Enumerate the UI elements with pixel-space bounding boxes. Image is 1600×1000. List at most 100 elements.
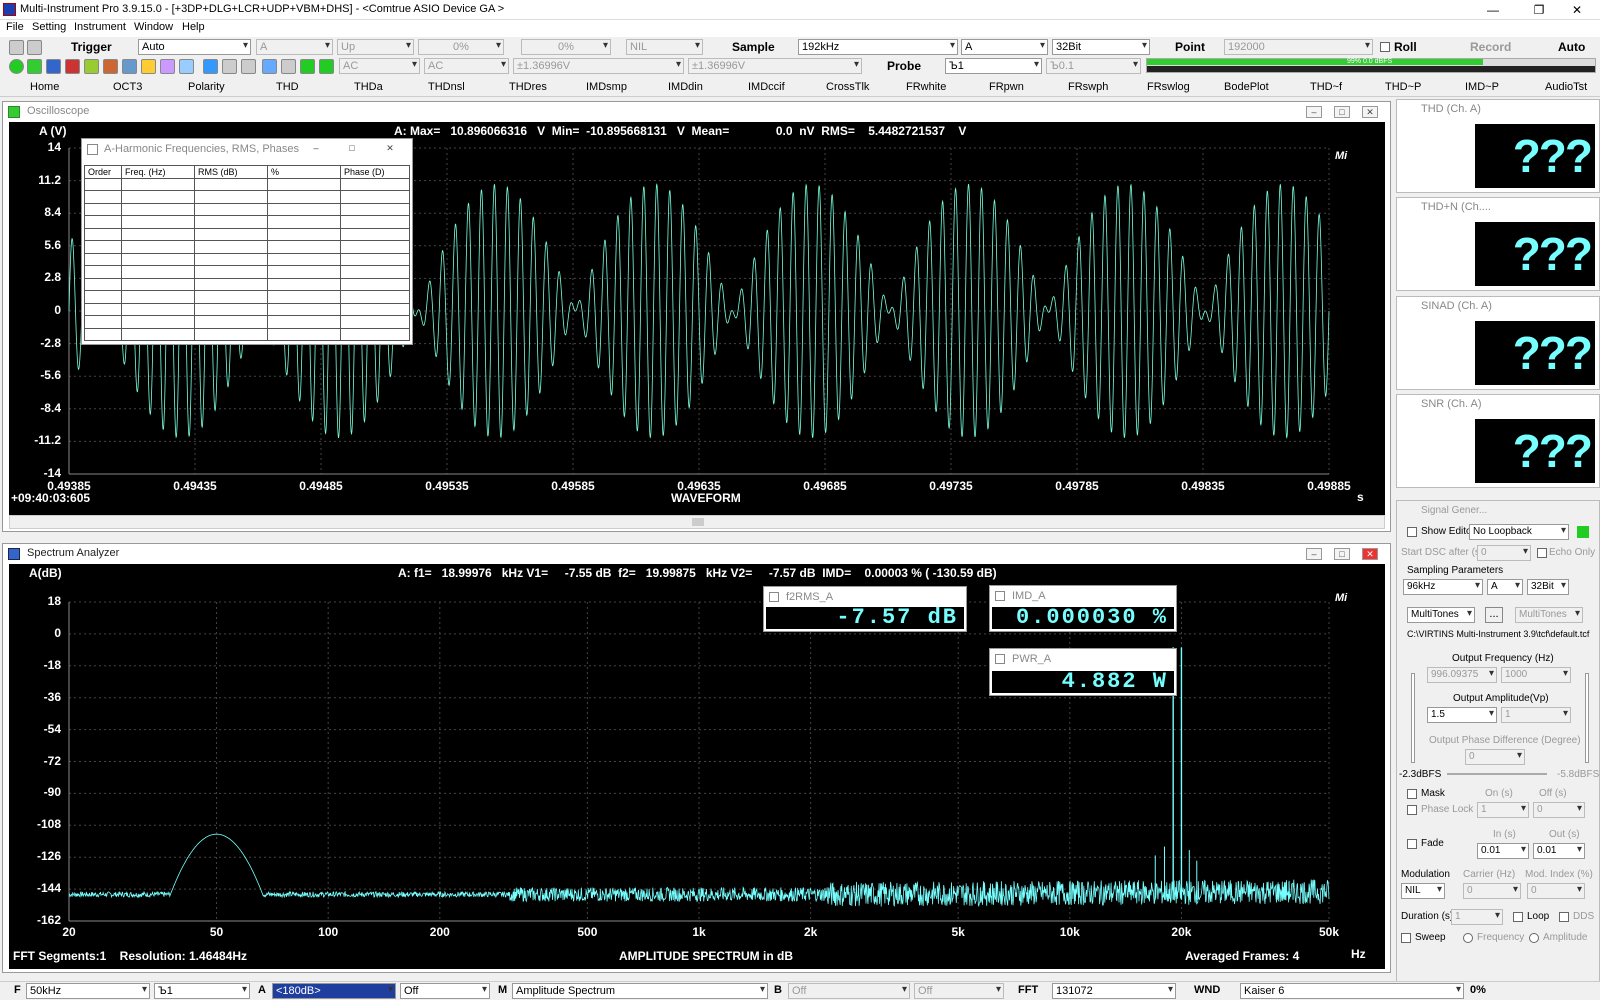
sample-rate-select[interactable]: 192kHz [798,39,958,55]
status-frequency-range-select[interactable]: 50kHz [26,983,150,999]
right-amp-slider[interactable] [1585,673,1589,763]
ddp-icon[interactable] [84,59,99,74]
spectrum-plot[interactable]: A(dB) A: f1= 18.99976 kHz V1= -7.55 dB f… [9,564,1385,969]
record-button[interactable]: Record [1470,40,1511,54]
save-icon[interactable] [27,40,42,55]
osc-maximize-button[interactable]: □ [1334,106,1350,118]
status-b-off1-select[interactable]: Off [788,983,910,999]
start-icon[interactable] [9,59,24,74]
tab-frswph[interactable]: FRswph [1068,81,1108,93]
menu-instrument[interactable]: Instrument [74,21,126,33]
tab-thd[interactable]: THD [276,81,299,93]
tab-bodeplot[interactable]: BodePlot [1224,81,1269,93]
osc-scroll-thumb[interactable] [692,518,704,526]
mask-checkbox[interactable] [1407,789,1417,799]
calibrate-icon[interactable] [203,59,218,74]
harm-close-button[interactable]: ✕ [382,143,398,155]
points-select[interactable]: 192000 [1224,39,1373,55]
range-a-select[interactable]: ±1.36996V [513,58,684,74]
status-a-range-select[interactable]: <180dB> [272,983,396,999]
show-editor-checkbox[interactable] [1407,527,1417,537]
generator-icon[interactable] [122,59,137,74]
phase-lock-1-input[interactable]: 1 [1477,802,1529,818]
trigger-mode-select[interactable]: Auto [138,39,251,55]
spec-minimize-button[interactable]: – [1306,548,1322,560]
tab-crosstlk[interactable]: CrossTlk [826,81,869,93]
amp2-input[interactable]: 1 [1501,707,1571,723]
sg-rate-select[interactable]: 96kHz [1403,579,1483,595]
dds-icon[interactable] [160,59,175,74]
play-icon[interactable] [300,59,315,74]
harm-minimize-button[interactable]: – [308,143,324,155]
phase-input[interactable]: 0 [1465,749,1525,765]
bit-depth-select[interactable]: 32Bit [1052,39,1150,55]
sweep-amplitude-radio[interactable] [1529,933,1539,943]
echo-only-checkbox[interactable] [1537,548,1547,558]
minimize-button[interactable]: — [1470,0,1516,20]
oscilloscope-icon[interactable] [27,59,42,74]
tab-audiotst[interactable]: AudioTst [1545,81,1587,93]
play-step-icon[interactable] [319,59,334,74]
tab-home[interactable]: Home [30,81,59,93]
close-button[interactable]: ✕ [1554,0,1600,20]
menu-window[interactable]: Window [134,21,173,33]
mod-type-select[interactable]: NIL [1401,883,1445,899]
tab-imd-p[interactable]: IMD~P [1465,81,1499,93]
trigger-direction-select[interactable]: Up [337,39,414,55]
status-a-off-select[interactable]: Off [400,983,490,999]
range-b-select[interactable]: ±1.36996V [688,58,862,74]
tab-thd-f[interactable]: THD~f [1310,81,1342,93]
sweep-icon[interactable] [179,59,194,74]
sample-channel-select[interactable]: A [961,39,1048,55]
osc-minimize-button[interactable]: – [1306,106,1322,118]
spec-maximize-button[interactable]: □ [1334,548,1350,560]
trigger-level-input[interactable]: 0% [418,39,504,55]
coupling-a-select[interactable]: AC [339,58,420,74]
balance-slider[interactable] [1447,773,1547,775]
status-mode-select[interactable]: Amplitude Spectrum [512,983,768,999]
speaker-icon[interactable] [281,59,296,74]
freq2-input[interactable]: 1000 [1501,667,1571,683]
duration-input[interactable]: 1 [1451,909,1503,925]
osc-close-button[interactable]: ✕ [1362,106,1378,118]
dso-icon[interactable] [141,59,156,74]
loop-checkbox[interactable] [1513,912,1523,922]
fade-out-input[interactable]: 0.01 [1533,843,1585,859]
tab-thd-p[interactable]: THD~P [1385,81,1421,93]
trigger-source-select[interactable]: NIL [626,39,703,55]
tab-frswlog[interactable]: FRswlog [1147,81,1190,93]
amp1-input[interactable]: 1.5 [1427,707,1497,723]
tab-imddin[interactable]: IMDdin [668,81,703,93]
open-icon[interactable] [9,40,24,55]
sg-mode-select[interactable]: MultiTones [1407,607,1475,623]
osc-horizontal-scrollbar[interactable] [9,515,1385,529]
harm-maximize-button[interactable]: □ [344,143,360,155]
tab-polarity[interactable]: Polarity [188,81,225,93]
tab-frwhite[interactable]: FRwhite [906,81,946,93]
sg-browse-button[interactable]: ... [1485,607,1503,623]
sg-mode2-select[interactable]: MultiTones [1515,607,1583,623]
tool-icon[interactable] [262,59,277,74]
tab-thdnsl[interactable]: THDnsl [428,81,465,93]
loopback-select[interactable]: No Loopback [1469,524,1569,540]
dds-checkbox[interactable] [1559,912,1569,922]
probe-a-select[interactable]: Ъ1 [945,58,1042,74]
phase-icon[interactable] [65,59,80,74]
spec-close-button[interactable]: ✕ [1362,548,1378,560]
tab-imdccif[interactable]: IMDccif [748,81,785,93]
coupling-b-select[interactable]: AC [424,58,509,74]
phase-lock-checkbox[interactable] [1407,805,1417,815]
freq1-input[interactable]: 996.09375 [1427,667,1497,683]
roll-checkbox[interactable] [1380,42,1390,52]
scale-icon[interactable] [241,59,256,74]
fade-in-input[interactable]: 0.01 [1477,843,1529,859]
carrier-input[interactable]: 0 [1463,883,1521,899]
phase-lock-2-input[interactable]: 0 [1533,802,1585,818]
menu-help[interactable]: Help [182,21,205,33]
status-window-select[interactable]: Kaiser 6 [1240,983,1464,999]
menu-file[interactable]: File [6,21,24,33]
trigger-delay-input[interactable]: 0% [521,39,611,55]
mod-index-input[interactable]: 0 [1527,883,1585,899]
trigger-channel-select[interactable]: A [256,39,333,55]
status-probe-select[interactable]: Ъ1 [154,983,250,999]
